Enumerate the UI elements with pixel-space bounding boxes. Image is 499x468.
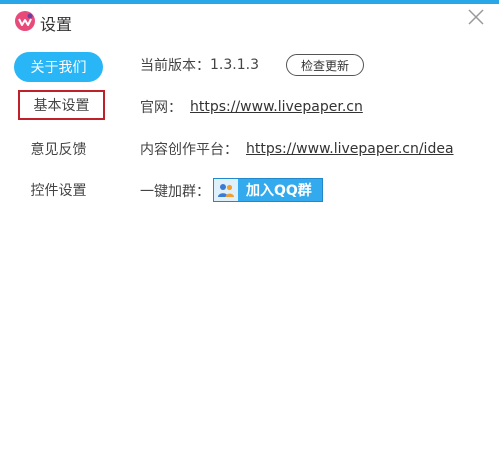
version-row: 当前版本： 1.3.1.3 <box>140 55 259 75</box>
close-icon[interactable] <box>467 8 485 26</box>
qq-button-label: 加入QQ群 <box>246 183 312 199</box>
app-logo-icon <box>15 11 35 31</box>
platform-label: 内容创作平台： <box>140 142 238 158</box>
website-label: 官网： <box>140 100 182 116</box>
nav-item-basic-settings[interactable]: 基本设置 <box>18 90 105 120</box>
platform-row: 内容创作平台： https://www.livepaper.cn/idea <box>140 139 454 159</box>
version-value: 1.3.1.3 <box>210 57 259 73</box>
group-label: 一键加群： <box>140 184 210 200</box>
group-row: 一键加群： <box>140 181 210 201</box>
check-update-button[interactable]: 检查更新 <box>286 54 364 76</box>
nav-item-control-settings[interactable]: 控件设置 <box>14 175 103 205</box>
window-top-accent-bar <box>0 0 499 4</box>
join-qq-group-button[interactable]: 加入QQ群 <box>213 178 323 202</box>
platform-link[interactable]: https://www.livepaper.cn/idea <box>246 141 454 157</box>
website-row: 官网： https://www.livepaper.cn <box>140 97 363 117</box>
qq-group-icon <box>214 179 238 201</box>
nav-item-feedback[interactable]: 意见反馈 <box>14 134 103 164</box>
window-title: 设置 <box>40 15 73 34</box>
website-link[interactable]: https://www.livepaper.cn <box>190 99 363 115</box>
version-label: 当前版本： <box>140 58 210 74</box>
nav-item-about[interactable]: 关于我们 <box>14 52 103 82</box>
